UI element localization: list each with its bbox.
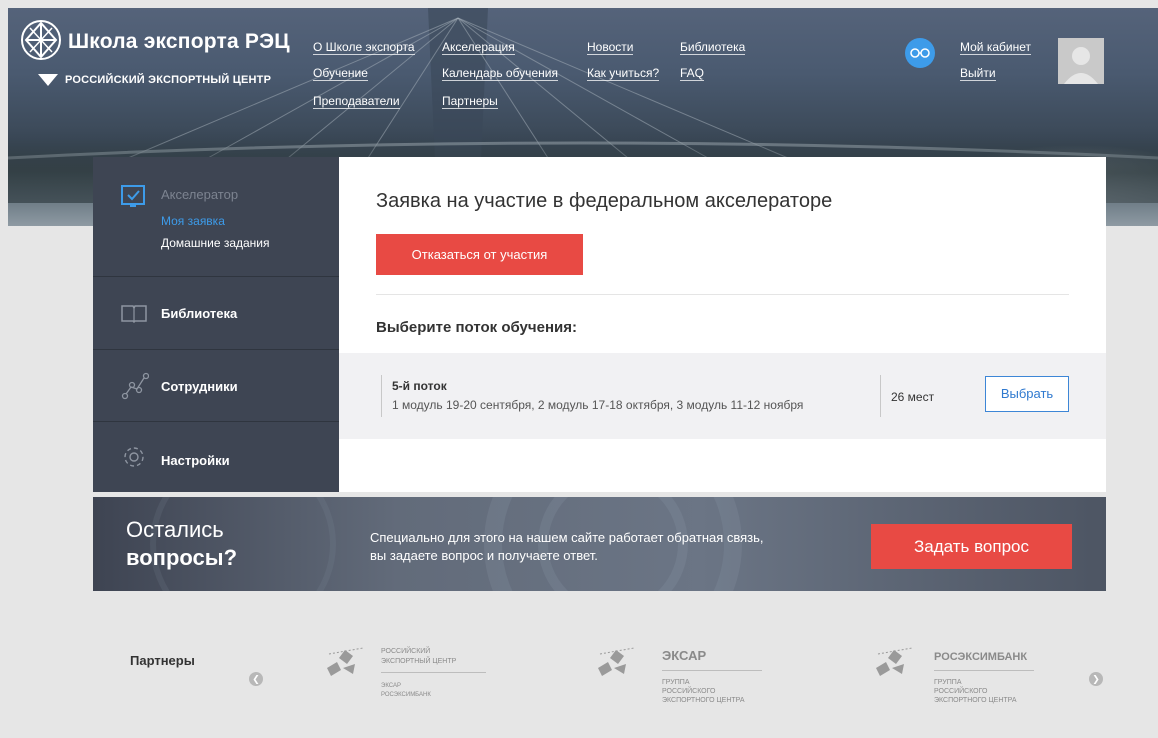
exiar-line2: РОССИЙСКОГО [662, 688, 716, 695]
exiar-line1: ГРУППА [662, 679, 690, 686]
site-logo[interactable]: Школа экспорта РЭЦ РОССИЙСКИЙ ЭКСПОРТНЫЙ… [20, 16, 290, 106]
banner-question-line1: Остались [126, 517, 224, 542]
sidebar-subitem-my-application[interactable]: Моя заявка [161, 214, 225, 228]
sidebar-subitem-homework[interactable]: Домашние задания [161, 236, 270, 250]
nav-library[interactable]: Библиотека [680, 40, 746, 55]
avatar-silhouette [1064, 47, 1098, 84]
logo-subtitle: РОССИЙСКИЙ ЭКСПОРТНЫЙ ЦЕНТР [65, 74, 272, 86]
rec-name-line1: РОССИЙСКИЙ [381, 648, 431, 655]
banner-text-line1: Специально для этого на нашем сайте рабо… [370, 530, 764, 545]
banner-text-line2: вы задаете вопрос и получаете ответ. [370, 548, 598, 563]
my-cabinet-link[interactable]: Мой кабинет [960, 40, 1032, 55]
partner-exiar[interactable]: ЭКСАР ГРУППА РОССИЙСКОГО ЭКСПОРТНОГО ЦЕН… [594, 634, 794, 714]
chevron-right-icon[interactable]: ❯ [1089, 672, 1103, 686]
chevron-left-icon[interactable]: ❮ [249, 672, 263, 686]
logo-triangle-icon [38, 74, 58, 86]
decline-participation-button[interactable]: Отказаться от участия [376, 234, 583, 275]
logo-title: Школа экспорта РЭЦ [68, 30, 290, 53]
sidebar-label-employees: Сотрудники [161, 379, 238, 394]
stream-separator [880, 375, 881, 417]
stream-row: 5-й поток 1 модуль 19-20 сентября, 2 мод… [339, 353, 1106, 439]
roseximbank-logo-icon [876, 647, 913, 676]
partner-roseximbank[interactable]: РОСЭКСИМБАНК ГРУППА РОССИЙСКОГО ЭКСПОРТН… [872, 634, 1072, 714]
exiar-logo-icon [598, 647, 635, 676]
nav-about[interactable]: О Школе экспорта [313, 40, 415, 55]
logout-link[interactable]: Выйти [960, 66, 996, 81]
rec-logo-icon [327, 647, 364, 676]
sidebar-item-employees[interactable]: Сотрудники [93, 350, 339, 422]
banner-question-line2: вопросы? [126, 545, 238, 570]
glasses-icon[interactable] [905, 38, 935, 68]
nav-faq[interactable]: FAQ [680, 66, 705, 81]
roseximbank-line1: ГРУППА [934, 679, 962, 686]
stream-left-bar [381, 375, 382, 417]
rec-sub1: ЭКСАР [381, 683, 401, 689]
checkbox-icon [121, 185, 145, 207]
roseximbank-line2: РОССИЙСКОГО [934, 688, 988, 695]
rec-sub2: РОСЭКСИМБАНК [381, 692, 431, 698]
divider [376, 294, 1069, 295]
exiar-line3: ЭКСПОРТНОГО ЦЕНТРА [662, 697, 745, 704]
nav-acceleration[interactable]: Акселерация [442, 40, 515, 55]
stream-name: 5-й поток [392, 379, 447, 393]
exiar-divider [662, 670, 762, 671]
page-title: Заявка на участие в федеральном акселера… [376, 190, 833, 212]
nav-calendar[interactable]: Календарь обучения [442, 66, 558, 81]
sidebar-item-library[interactable]: Библиотека [93, 277, 339, 350]
partners-label: Партнеры [130, 653, 195, 668]
user-avatar[interactable] [1058, 38, 1104, 84]
banner-text: Специально для этого на нашем сайте рабо… [370, 529, 764, 565]
page: Школа экспорта РЭЦ РОССИЙСКИЙ ЭКСПОРТНЫЙ… [8, 8, 1158, 738]
rec-name-line2: ЭКСПОРТНЫЙ ЦЕНТР [381, 658, 457, 665]
sidebar: Акселератор Моя заявка Домашние задания … [93, 157, 339, 492]
sidebar-item-accelerator[interactable]: Акселератор [161, 187, 238, 202]
nav-education[interactable]: Обучение [313, 66, 368, 81]
nav-partners[interactable]: Партнеры [442, 94, 498, 109]
exiar-name: ЭКСАР [662, 648, 707, 663]
partner-rec[interactable]: РОССИЙСКИЙ ЭКСПОРТНЫЙ ЦЕНТР ЭКСАР РОСЭКС… [323, 634, 513, 714]
nav-news[interactable]: Новости [587, 40, 634, 55]
stream-dates: 1 модуль 19-20 сентября, 2 модуль 17-18 … [392, 398, 804, 412]
stream-seats: 26 мест [891, 390, 935, 404]
roseximbank-divider [934, 670, 1034, 671]
gear-icon [124, 447, 144, 467]
ask-question-button[interactable]: Задать вопрос [871, 524, 1072, 569]
glasses-icon-svg [910, 48, 930, 58]
questions-banner: Остались вопросы? Специально для этого н… [93, 497, 1106, 591]
roseximbank-name: РОСЭКСИМБАНК [934, 651, 1028, 663]
chart-line-icon [121, 372, 149, 400]
globe-logo-icon [21, 20, 61, 60]
choose-stream-label: Выберите поток обучения: [376, 319, 577, 336]
sidebar-section-accelerator: Акселератор Моя заявка Домашние задания [93, 157, 339, 277]
sidebar-label-settings: Настройки [161, 453, 230, 468]
rec-divider [381, 672, 486, 673]
nav-teachers[interactable]: Преподаватели [313, 94, 400, 109]
application-card: Заявка на участие в федеральном акселера… [339, 157, 1106, 492]
nav-how-to-learn[interactable]: Как учиться? [587, 66, 660, 81]
book-icon [121, 305, 147, 323]
sidebar-item-settings[interactable]: Настройки [93, 422, 339, 492]
sidebar-label-library: Библиотека [161, 306, 238, 321]
select-stream-button[interactable]: Выбрать [985, 376, 1069, 412]
roseximbank-line3: ЭКСПОРТНОГО ЦЕНТРА [934, 697, 1017, 704]
